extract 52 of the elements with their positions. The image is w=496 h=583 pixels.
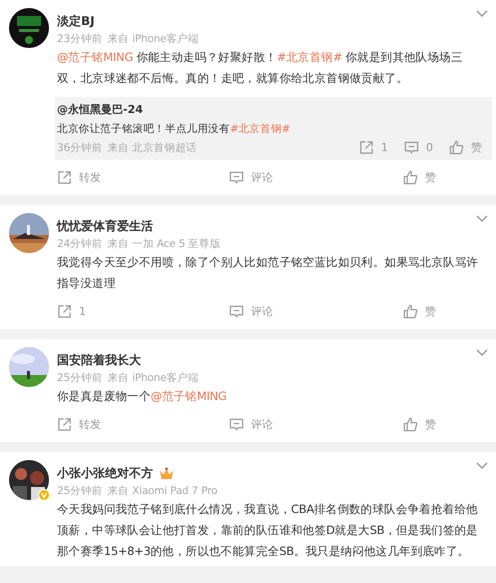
comment-button[interactable]: 评论 bbox=[229, 170, 403, 185]
like-button[interactable]: 赞 bbox=[403, 417, 484, 432]
share-icon bbox=[57, 170, 72, 185]
link[interactable]: #北京首钢# bbox=[230, 123, 290, 135]
like-button[interactable]: 赞 bbox=[403, 170, 484, 185]
user-name[interactable]: 忧忧爱体育爱生活 bbox=[57, 218, 153, 235]
link[interactable]: #北京首钢# bbox=[276, 50, 342, 64]
comment-button[interactable]: 评论 bbox=[229, 417, 403, 432]
source-text: 来自 北京首钢超话 bbox=[107, 140, 197, 154]
link[interactable]: @范子铭MING bbox=[57, 50, 133, 64]
timestamp: 25分钟前 bbox=[57, 371, 102, 385]
thumbs-up-icon bbox=[403, 304, 418, 319]
reply-user-name[interactable]: @永恒黑曼巴-24 bbox=[57, 102, 482, 117]
comment-text: 我觉得今天至少不用喷，除了个别人比如范子铭空蓝比如贝利。如果骂北京队骂许指导没道理 bbox=[57, 254, 480, 292]
share-icon bbox=[57, 417, 72, 432]
repost-button[interactable]: 转发 bbox=[57, 417, 229, 432]
timestamp: 24分钟前 bbox=[57, 237, 102, 251]
chevron-down-icon[interactable] bbox=[476, 215, 488, 223]
comment-icon bbox=[404, 140, 419, 155]
repost-button[interactable]: 1 bbox=[359, 140, 388, 155]
thumbs-up-icon bbox=[403, 170, 418, 185]
source-text: 来自 一加 Ace 5 至尊版 bbox=[107, 237, 221, 251]
timestamp: 25分钟前 bbox=[57, 484, 102, 498]
comment-text: 你是真是废物一个@范子铭MING bbox=[57, 388, 228, 405]
comment-text: @范子铭MING 你能主动走吗？好聚好散！#北京首钢# 你就是到其他队场场三双，北京球迷都不后悔。真的！走吧，就算你给北京首钢做贡献了。 bbox=[57, 49, 464, 87]
thumbs-up-icon bbox=[449, 140, 464, 155]
reply-text: 北京你让范子铭滚吧！半点儿用没有#北京首钢# bbox=[57, 122, 292, 136]
user-name[interactable]: 国安陪着我长大 bbox=[57, 352, 141, 369]
comment-icon bbox=[229, 170, 244, 185]
comment-button[interactable]: 评论 bbox=[229, 304, 403, 319]
timestamp: 36分钟前 bbox=[57, 140, 102, 154]
like-button[interactable]: 赞 bbox=[449, 140, 482, 155]
user-name[interactable]: 淡定BJ bbox=[57, 13, 95, 30]
source-text: 来自 iPhone客户端 bbox=[107, 32, 199, 46]
comment-icon bbox=[229, 304, 244, 319]
repost-button[interactable]: 1 bbox=[57, 304, 229, 319]
source-text: 来自 iPhone客户端 bbox=[107, 371, 199, 385]
comment-icon bbox=[229, 417, 244, 432]
thumbs-up-icon bbox=[403, 417, 418, 432]
chevron-down-icon[interactable] bbox=[476, 10, 488, 18]
link[interactable]: @范子铭MING bbox=[150, 389, 227, 403]
share-icon bbox=[359, 140, 374, 155]
source-text: 来自 Xiaomi Pad 7 Pro bbox=[107, 484, 218, 498]
repost-button[interactable]: 转发 bbox=[57, 170, 229, 185]
share-icon bbox=[57, 304, 72, 319]
chevron-down-icon[interactable] bbox=[476, 462, 488, 470]
like-button[interactable]: 赞 bbox=[403, 304, 484, 319]
chevron-down-icon[interactable] bbox=[476, 349, 488, 357]
comment-button[interactable]: 0 bbox=[404, 140, 433, 155]
user-name[interactable]: 小张小张绝对不方 bbox=[57, 465, 153, 482]
timestamp: 23分钟前 bbox=[57, 32, 102, 46]
comment-text: 今天我妈问我范子铭到底什么情况，我直说，CBA排名倒数的球队会争着抢着给他顶薪，中等球队会让他打首发，靠前的队伍谁和他签D就是大SB，但是我们签的是那个赛季15+8+3的他，所以也不能算完全SB。我只是纳闷他这几年到底咋了。 bbox=[57, 501, 479, 560]
